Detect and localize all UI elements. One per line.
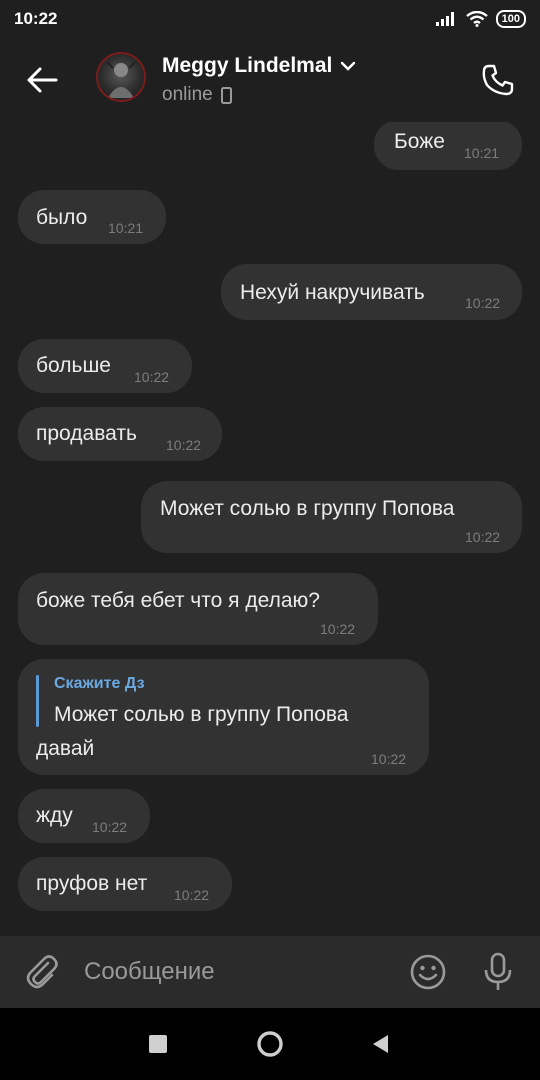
message-incoming[interactable]: было 10:21 [18,190,166,244]
battery-indicator: 100 [495,10,526,28]
message-text: боже тебя ебет что я делаю? [36,589,320,612]
contact-info[interactable]: Meggy Lindelmal online [162,54,356,106]
message-text: Может солью в группу Попова [160,497,455,520]
emoji-button[interactable] [406,950,450,994]
message-text: больше [36,354,111,377]
avatar[interactable] [96,52,146,102]
message-outgoing[interactable]: Нехуй накручивать 10:22 [221,264,522,320]
composer-bar [0,936,540,1008]
system-navigation-bar [0,1008,540,1080]
message-text: Боже [394,130,445,153]
status-icons: 100 [435,10,526,28]
message-time: 10:22 [92,819,128,835]
back-button[interactable] [20,60,64,100]
status-time: 10:22 [14,9,58,28]
call-button[interactable] [476,58,520,102]
message-input[interactable] [84,952,384,992]
back-triangle-icon [373,1035,388,1053]
chat-header: Meggy Lindelmal online [0,38,540,122]
message-text: продавать [36,422,137,445]
nav-back-button[interactable] [360,1024,400,1064]
message-incoming[interactable]: боже тебя ебет что я делаю? 10:22 [18,573,378,645]
message-list[interactable]: Боже 10:21 было 10:21 Нехуй накручивать … [0,122,540,936]
message-incoming[interactable]: пруфов нет 10:22 [18,857,232,911]
message-text: было [36,206,88,229]
message-time: 10:21 [108,220,144,236]
home-button[interactable] [250,1024,290,1064]
message-incoming[interactable]: продавать 10:22 [18,407,222,461]
message-text: жду [36,804,73,827]
message-time: 10:21 [464,145,500,161]
recents-button[interactable] [138,1024,178,1064]
home-circle-icon [257,1031,283,1057]
presence-status: online [162,84,356,106]
wifi-icon [465,11,488,27]
message-time: 10:22 [465,529,501,545]
paperclip-icon [26,955,58,989]
message-text: давай [36,737,95,760]
signal-icon [435,12,454,26]
message-time: 10:22 [320,621,356,637]
message-text: пруфов нет [36,872,148,895]
microphone-icon [484,952,512,990]
message-time: 10:22 [166,437,202,453]
phone-device-icon [220,86,232,104]
reply-quoted-text[interactable]: Может солью в группу Попова [54,703,348,727]
recents-square-icon [149,1035,167,1053]
message-incoming-reply[interactable]: Скажите Дз Может солью в группу Попова д… [18,659,429,775]
emoji-icon [410,954,446,990]
message-outgoing[interactable]: Боже 10:21 [374,122,522,170]
attach-button[interactable] [20,950,64,994]
reply-author[interactable]: Скажите Дз [54,675,145,693]
reply-quote-bar [36,675,39,727]
message-time: 10:22 [465,295,501,311]
back-arrow-icon [27,67,58,93]
phone-call-icon [482,64,514,96]
message-time: 10:22 [134,369,170,385]
message-time: 10:22 [371,751,407,767]
message-incoming[interactable]: больше 10:22 [18,339,192,393]
status-bar: 10:22 100 [0,0,540,38]
message-incoming[interactable]: жду 10:22 [18,789,150,843]
message-outgoing[interactable]: Может солью в группу Попова 10:22 [141,481,522,553]
voice-message-button[interactable] [476,950,520,994]
message-time: 10:22 [174,887,210,903]
contact-name-text: Meggy Lindelmal [162,54,333,77]
avatar-figure [106,61,136,98]
contact-name[interactable]: Meggy Lindelmal [162,54,356,78]
chevron-down-icon [341,61,356,71]
message-text: Нехуй накручивать [240,281,425,304]
presence-text: online [162,84,213,105]
